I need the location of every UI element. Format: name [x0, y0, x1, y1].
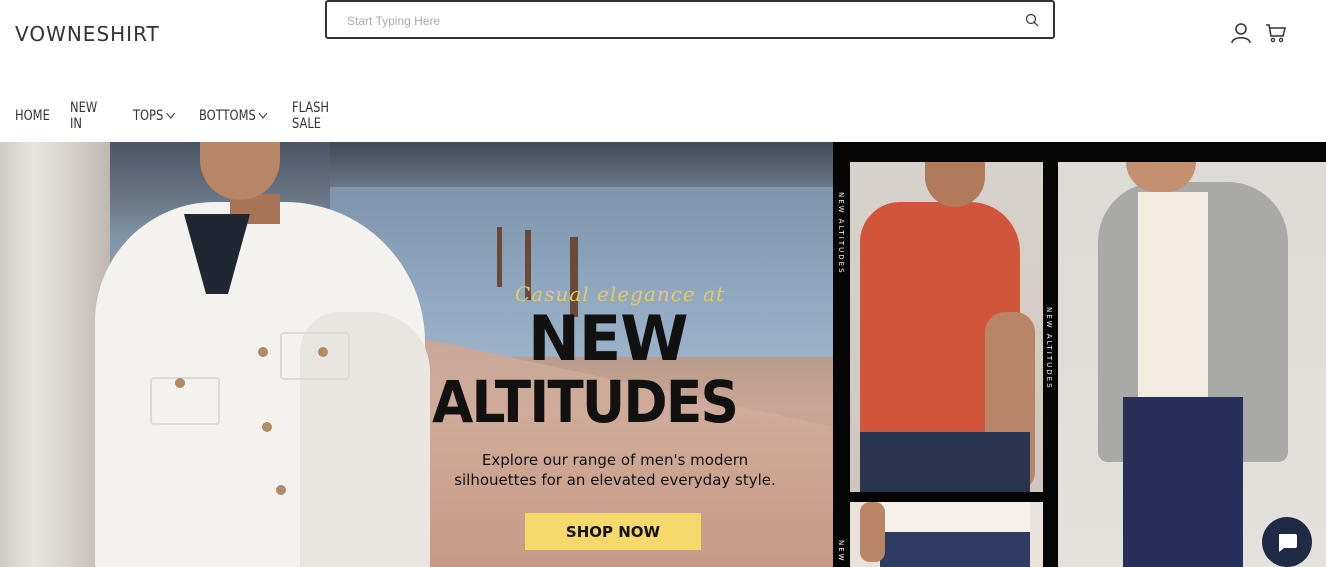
search-input[interactable] — [347, 11, 1007, 31]
nav-item-label: TOPS — [133, 108, 164, 124]
nav-item-home[interactable]: HOME — [15, 106, 50, 126]
side-label: NEW — [837, 540, 845, 563]
hero-headline: ALTITUDES — [432, 368, 739, 436]
hero-subtext: Explore our range of men's modern silhou… — [440, 450, 790, 490]
chat-bubble-icon — [1279, 534, 1297, 552]
hero-headline: NEW — [528, 302, 689, 375]
cream-tshirt — [1138, 192, 1208, 402]
hero-side-collage: NEW ALTITUDES NEW ALTITUDES NEW — [833, 142, 1326, 567]
search-icon[interactable] — [1025, 13, 1039, 27]
pier-post — [497, 227, 502, 287]
hero-subtext-line: silhouettes for an elevated everyday sty… — [454, 471, 776, 489]
jacket-button — [258, 347, 268, 357]
nav-item-flash-sale[interactable]: FLASH SALE — [292, 100, 329, 132]
cart-icon[interactable] — [1265, 22, 1287, 44]
nav-item-bottoms[interactable]: BOTTOMS — [199, 106, 268, 126]
user-icon[interactable] — [1230, 22, 1252, 44]
chevron-down-icon — [258, 112, 268, 119]
hero-subtext-line: Explore our range of men's modern — [481, 451, 749, 469]
hero-banner[interactable]: Casual elegance at NEW ALTITUDES Explore… — [0, 142, 1326, 567]
model-jeans — [860, 432, 1030, 492]
nav-item-new-in[interactable]: NEW IN — [70, 100, 97, 132]
nav-item-label: FLASH SALE — [292, 100, 330, 132]
jacket-button — [276, 485, 286, 495]
nav-item-label: NEW IN — [70, 100, 98, 132]
model-neck — [925, 162, 985, 207]
model-head — [200, 142, 280, 200]
model-hand — [860, 502, 885, 562]
model-jeans — [880, 532, 1030, 567]
jacket-button — [175, 378, 185, 388]
hero-background-wall — [0, 142, 110, 567]
jacket-pocket — [280, 332, 350, 380]
collage-photo-white-tee — [850, 502, 1043, 567]
nav-item-label: BOTTOMS — [199, 108, 256, 124]
jacket-button — [318, 347, 328, 357]
hero-main-image: Casual elegance at NEW ALTITUDES Explore… — [0, 142, 833, 567]
hero-background-hills — [330, 142, 833, 190]
side-label: NEW ALTITUDES — [1045, 307, 1053, 390]
jacket-button — [262, 422, 272, 432]
side-label: NEW ALTITUDES — [837, 192, 845, 275]
shop-now-button[interactable]: SHOP NOW — [525, 513, 701, 550]
site-logo[interactable]: VOWNESHIRT — [15, 22, 160, 46]
jacket-pocket — [150, 377, 220, 425]
navy-trousers — [1123, 397, 1243, 567]
chevron-down-icon — [166, 112, 176, 119]
search-bar[interactable] — [325, 0, 1055, 39]
nav-item-tops[interactable]: TOPS — [133, 106, 176, 126]
collage-photo-grey-hoodie — [1058, 162, 1326, 567]
chat-widget-button[interactable] — [1262, 517, 1312, 567]
nav-item-label: HOME — [15, 108, 50, 124]
collage-photo-orange-tee — [850, 162, 1043, 492]
